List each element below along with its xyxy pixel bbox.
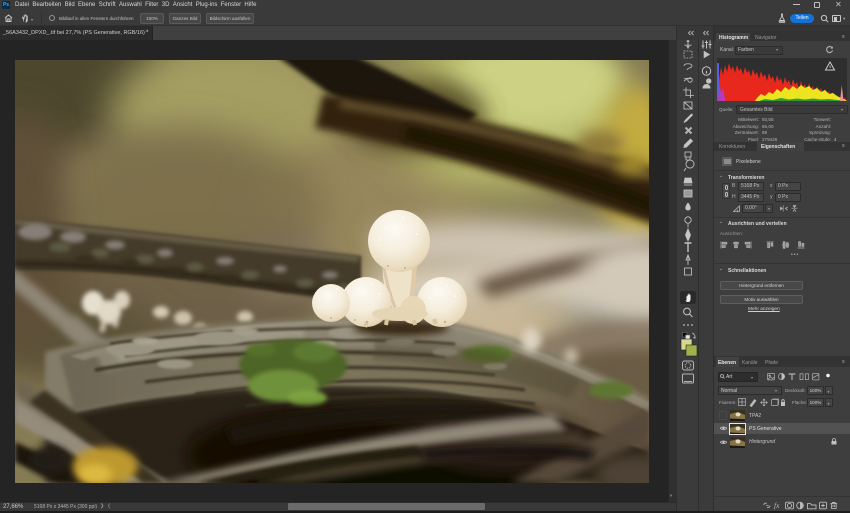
svg-text:fx: fx [774, 501, 780, 510]
